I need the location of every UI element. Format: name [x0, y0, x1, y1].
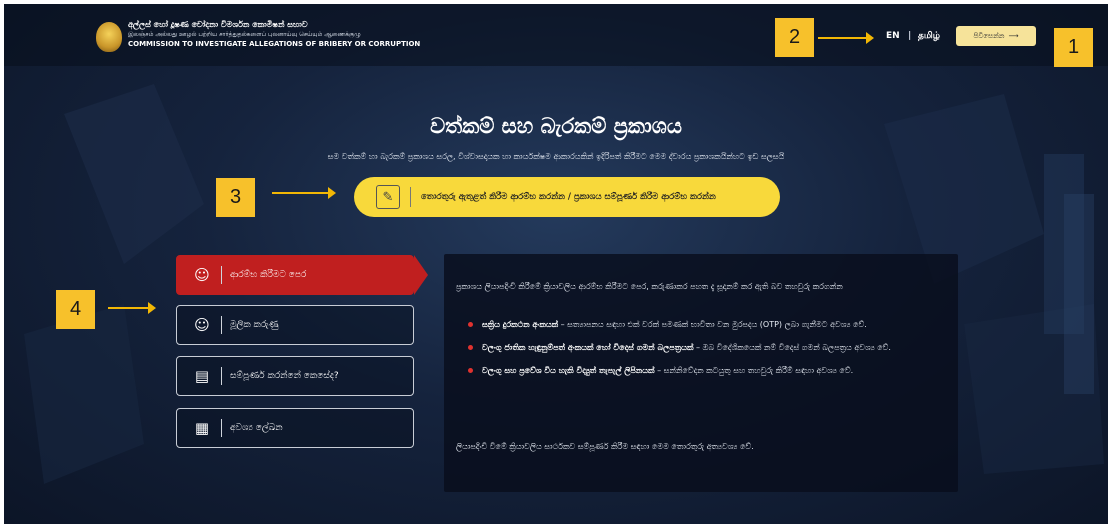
org-name-sinhala: අල්ලස් හෝ දූෂණ චෝදනා විමර්ශන කොමිෂන් සභා… — [128, 20, 308, 29]
org-name-english: COMMISSION TO INVESTIGATE ALLEGATIONS OF… — [128, 40, 421, 48]
menu-divider — [221, 316, 222, 334]
callout-2: 2 — [775, 18, 814, 57]
callout-2-arrow-icon — [818, 32, 874, 44]
lang-separator: | — [908, 31, 912, 41]
login-button[interactable]: පිවිසෙන්න ⟶ — [956, 26, 1036, 46]
menu-divider — [221, 266, 222, 284]
info-panel: ප්‍රකාශය ලියාපදිංචි කිරීමේ ක්‍රියාවලිය ආ… — [444, 254, 958, 492]
active-menu-pointer — [414, 255, 428, 295]
list-item: සක්‍රිය දුරකථන අංකයක් – සත්‍යාපනය සඳහා එ… — [468, 318, 928, 331]
requirements-list: සක්‍රිය දුරකථන අංකයක් – සත්‍යාපනය සඳහා එ… — [468, 318, 928, 387]
calculator-icon: ▦ — [194, 419, 210, 437]
menu-divider — [221, 367, 222, 385]
lang-tamil-link[interactable]: தமிழ் — [918, 31, 940, 42]
arrow-right-icon: ⟶ — [1008, 32, 1019, 40]
people-icon: ☺ — [194, 316, 210, 334]
start-declaration-button[interactable]: ✎ තොරතුරු ඇතුළත් කිරීම ආරම්භ කරන්න / ප්‍… — [354, 177, 780, 217]
panel-intro: ප්‍රකාශය ලියාපදිංචි කිරීමේ ක්‍රියාවලිය ආ… — [456, 282, 843, 291]
menu-item-basic-facts[interactable]: ☺ මූලික කරුණු — [176, 305, 414, 345]
brand-text: අල්ලස් හෝ දූෂණ චෝදනා විමර්ශන කොමිෂන් සභා… — [128, 20, 420, 49]
document-icon: ▤ — [194, 367, 210, 385]
people-icon: ☺ — [194, 266, 210, 284]
callout-1: 1 — [1054, 28, 1093, 67]
page-title: වත්කම් සහ බැරකම් ප්‍රකාශය — [430, 114, 682, 138]
callout-4: 4 — [56, 290, 95, 329]
panel-outro: ලියාපදිංචි වීමේ ක්‍රියාවලිය සාර්ථකව සම්ප… — [456, 442, 754, 451]
callout-3-arrow-icon — [272, 187, 336, 199]
org-name-tamil: இலஞ்சம் அல்லது ஊழல் பற்றிய சார்த்துதல்கள… — [128, 31, 361, 38]
callout-3: 3 — [216, 178, 255, 217]
list-item: වලංගු සහ ප්‍රවේශ විය හැකි විද්‍යුත් තැපැ… — [468, 364, 928, 377]
callout-4-arrow-icon — [108, 302, 156, 314]
login-button-label: පිවිසෙන්න — [973, 31, 1005, 40]
lang-en-link[interactable]: EN — [886, 31, 900, 41]
menu-item-before-start[interactable]: ☺ ආරම්භ කිරීමට පෙර — [176, 255, 414, 295]
list-item-text: – ඔබ විදේශිකයෙක් නම් විදෙස් ගමන් බලපත්‍ර… — [693, 343, 891, 352]
list-item: වලංගු ජාතික හැඳුනුම්පත් අංකයක් හෝ විදෙස්… — [468, 341, 928, 354]
page-subtitle: සම වත්කම් හා බැරකම් ප්‍රකාශය සරල, විශ්වා… — [327, 152, 785, 161]
list-item-title: වලංගු සහ ප්‍රවේශ විය හැකි විද්‍යුත් තැපැ… — [482, 366, 655, 375]
cta-divider — [410, 187, 411, 207]
menu-item-label: අවශ්‍ය ලේඛන — [230, 423, 283, 433]
menu-item-label: මූලික කරුණු — [230, 320, 279, 330]
edit-document-icon: ✎ — [376, 185, 400, 209]
list-item-text: – සත්‍යාපනය සඳහා එක් වරක් පමණක් භාවිතා ව… — [558, 320, 867, 329]
menu-item-label: සම්පූර්ණ කරන්නේ කෙසේද? — [230, 371, 339, 381]
site-header: අල්ලස් හෝ දූෂණ චෝදනා විමර්ශන කොමිෂන් සභා… — [4, 4, 1108, 66]
list-item-text: – සන්නිවේදන කටයුතු සහ තහවුරු කිරීම් සඳහා… — [654, 366, 854, 375]
list-item-title: සක්‍රිය දුරකථන අංකයක් — [482, 320, 559, 329]
menu-item-label: ආරම්භ කිරීමට පෙර — [230, 270, 307, 280]
list-item-title: වලංගු ජාතික හැඳුනුම්පත් අංකයක් හෝ විදෙස්… — [482, 343, 694, 352]
menu-divider — [221, 419, 222, 437]
menu-item-how-to-complete[interactable]: ▤ සම්පූර්ණ කරන්නේ කෙසේද? — [176, 356, 414, 396]
page-frame: අල්ලස් හෝ දූෂණ චෝදනා විමර්ශන කොමිෂන් සභා… — [4, 4, 1108, 524]
cta-label: තොරතුරු ඇතුළත් කිරීම ආරම්භ කරන්න / ප්‍රක… — [421, 192, 716, 202]
menu-item-required-documents[interactable]: ▦ අවශ්‍ය ලේඛන — [176, 408, 414, 448]
emblem-logo-icon — [96, 22, 122, 52]
